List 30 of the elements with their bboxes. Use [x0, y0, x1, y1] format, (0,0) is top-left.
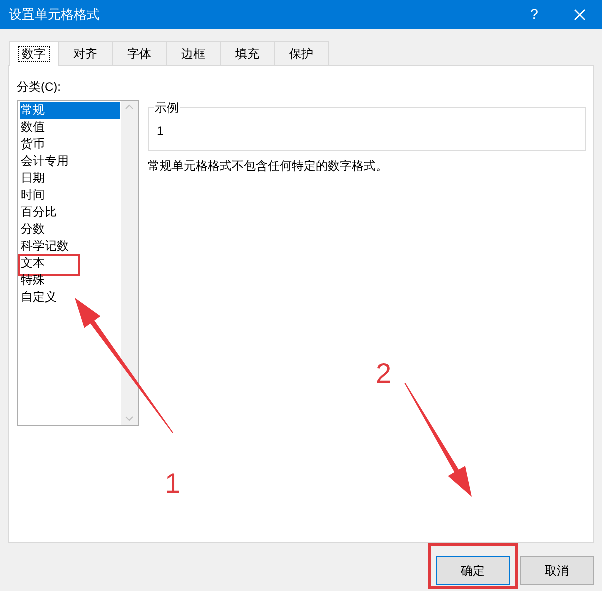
list-item[interactable]: 百分比: [20, 204, 120, 221]
ok-button[interactable]: 确定: [436, 556, 510, 585]
list-item[interactable]: 常规: [20, 102, 120, 119]
list-item[interactable]: 日期: [20, 170, 120, 187]
tab[interactable]: 保护: [275, 41, 329, 65]
list-item[interactable]: 数值: [20, 119, 120, 136]
step-number: 1: [165, 470, 181, 498]
help-button[interactable]: ?: [512, 0, 557, 29]
tab[interactable]: 字体: [113, 41, 167, 65]
sample-value: 1: [157, 124, 164, 138]
cancel-button[interactable]: 取消: [520, 556, 594, 585]
tab[interactable]: 填充: [221, 41, 275, 65]
list-item[interactable]: 科学记数: [20, 238, 120, 255]
list-item[interactable]: 分数: [20, 221, 120, 238]
tab[interactable]: 边框: [167, 41, 221, 65]
close-icon: [574, 8, 586, 20]
list-item[interactable]: 会计专用: [20, 153, 120, 170]
scroll-down-icon: [125, 416, 134, 422]
window-title: 设置单元格格式: [9, 6, 100, 24]
list-item[interactable]: 货币: [20, 136, 120, 153]
category-label: 分类(C):: [17, 79, 62, 96]
step-number: 2: [376, 360, 392, 388]
list-item[interactable]: 特殊: [20, 272, 120, 289]
tab[interactable]: 对齐: [59, 41, 113, 65]
description: 常规单元格格式不包含任何特定的数字格式。: [148, 158, 389, 175]
list-item[interactable]: 文本: [20, 255, 120, 272]
tab[interactable]: 数字: [9, 41, 59, 66]
list-item[interactable]: 自定义: [20, 289, 120, 306]
list-item[interactable]: 时间: [20, 187, 120, 204]
scroll-up-icon: [125, 104, 134, 110]
